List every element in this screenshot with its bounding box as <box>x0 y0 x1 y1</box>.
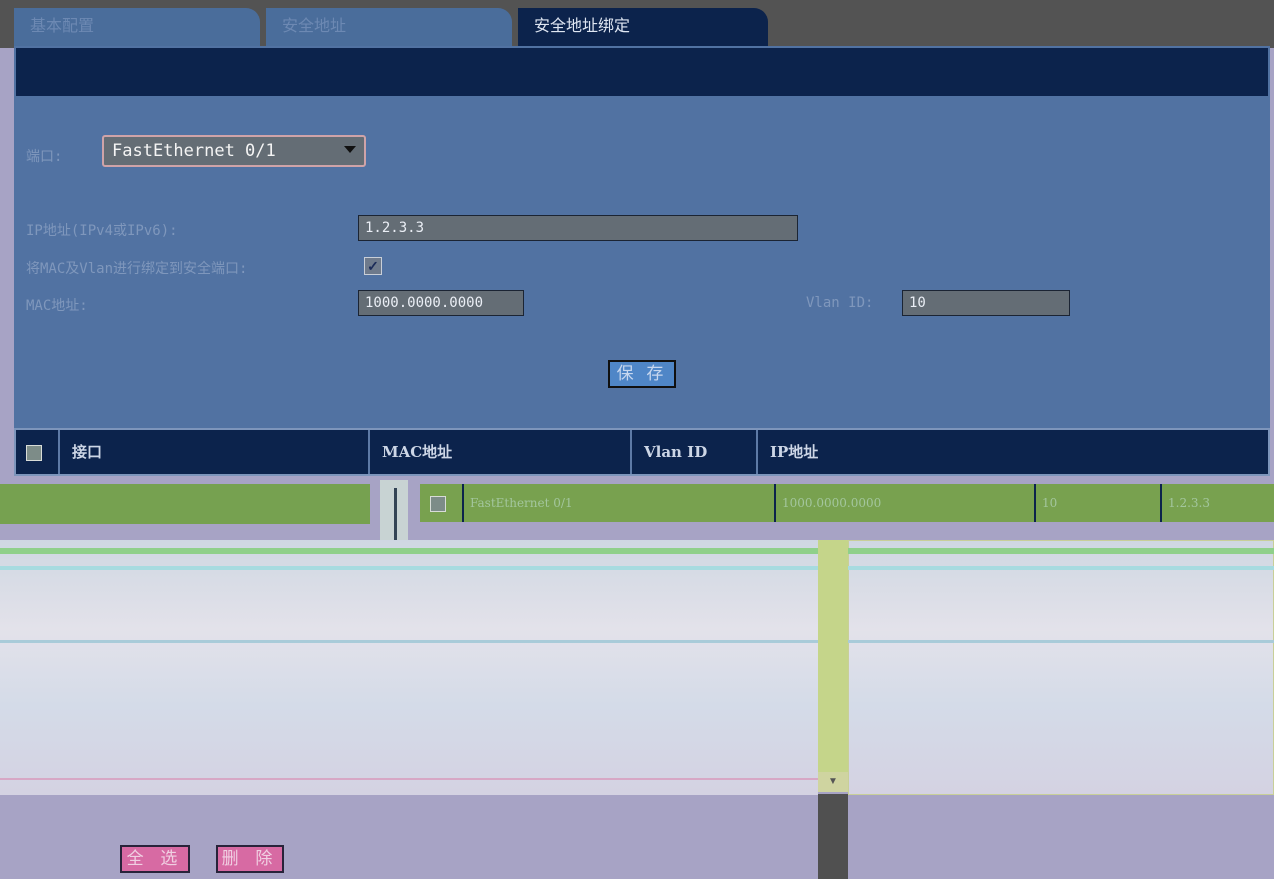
divider <box>0 778 818 780</box>
scroll-line <box>394 488 397 540</box>
header-interface: 接口 <box>60 430 370 474</box>
tab-secure-address-binding[interactable]: 安全地址绑定 <box>518 8 768 46</box>
tab-basic-config[interactable]: 基本配置 <box>14 8 260 46</box>
vlan-label: Vlan ID: <box>806 295 874 311</box>
header-ip: IP地址 <box>770 443 819 461</box>
divider <box>0 566 818 570</box>
chevron-down-icon[interactable] <box>344 146 356 153</box>
select-all-button[interactable]: 全 选 <box>120 845 190 873</box>
row-left-area <box>0 484 370 524</box>
header-mac: MAC地址 <box>370 430 632 474</box>
header-checkbox[interactable] <box>26 445 42 461</box>
panel-header-bar <box>16 48 1268 96</box>
divider <box>848 566 1274 570</box>
row-select-cell <box>420 484 462 522</box>
port-label: 端口: <box>26 149 63 165</box>
cell-ip: 1.2.3.3 <box>1160 484 1274 522</box>
delete-button[interactable]: 删 除 <box>216 845 284 873</box>
divider <box>848 548 1274 554</box>
port-select[interactable]: FastEthernet 0/1 <box>102 135 366 167</box>
divider <box>0 548 818 554</box>
divider <box>848 640 1274 643</box>
save-button[interactable]: 保 存 <box>608 360 676 388</box>
cell-interface: FastEthernet 0/1 <box>462 484 774 522</box>
lower-right-area <box>848 540 1274 795</box>
vlan-id-field[interactable]: 10 <box>902 290 1070 316</box>
tab-secure-address[interactable]: 安全地址 <box>266 8 512 46</box>
mac-address-field[interactable]: 1000.0000.0000 <box>358 290 524 316</box>
ip-address-field[interactable]: 1.2.3.3 <box>358 215 798 241</box>
mac-label: MAC地址: <box>26 298 88 314</box>
bind-label: 将MAC及Vlan进行绑定到安全端口: <box>26 261 248 277</box>
header-vlan: Vlan ID <box>632 430 758 474</box>
scrollbar-track <box>818 794 848 879</box>
vertical-scrollbar[interactable] <box>818 540 848 790</box>
bind-checkbox[interactable]: ✓ <box>364 257 382 275</box>
lower-content-area <box>0 540 818 795</box>
ip-label: IP地址(IPv4或IPv6): <box>26 223 178 239</box>
divider <box>0 640 818 643</box>
scroll-down-icon[interactable]: ▼ <box>818 772 848 792</box>
cell-vlan: 10 <box>1034 484 1160 522</box>
row-checkbox[interactable] <box>430 496 446 512</box>
cell-mac: 1000.0000.0000 <box>774 484 1034 522</box>
header-select-cell <box>16 430 60 474</box>
